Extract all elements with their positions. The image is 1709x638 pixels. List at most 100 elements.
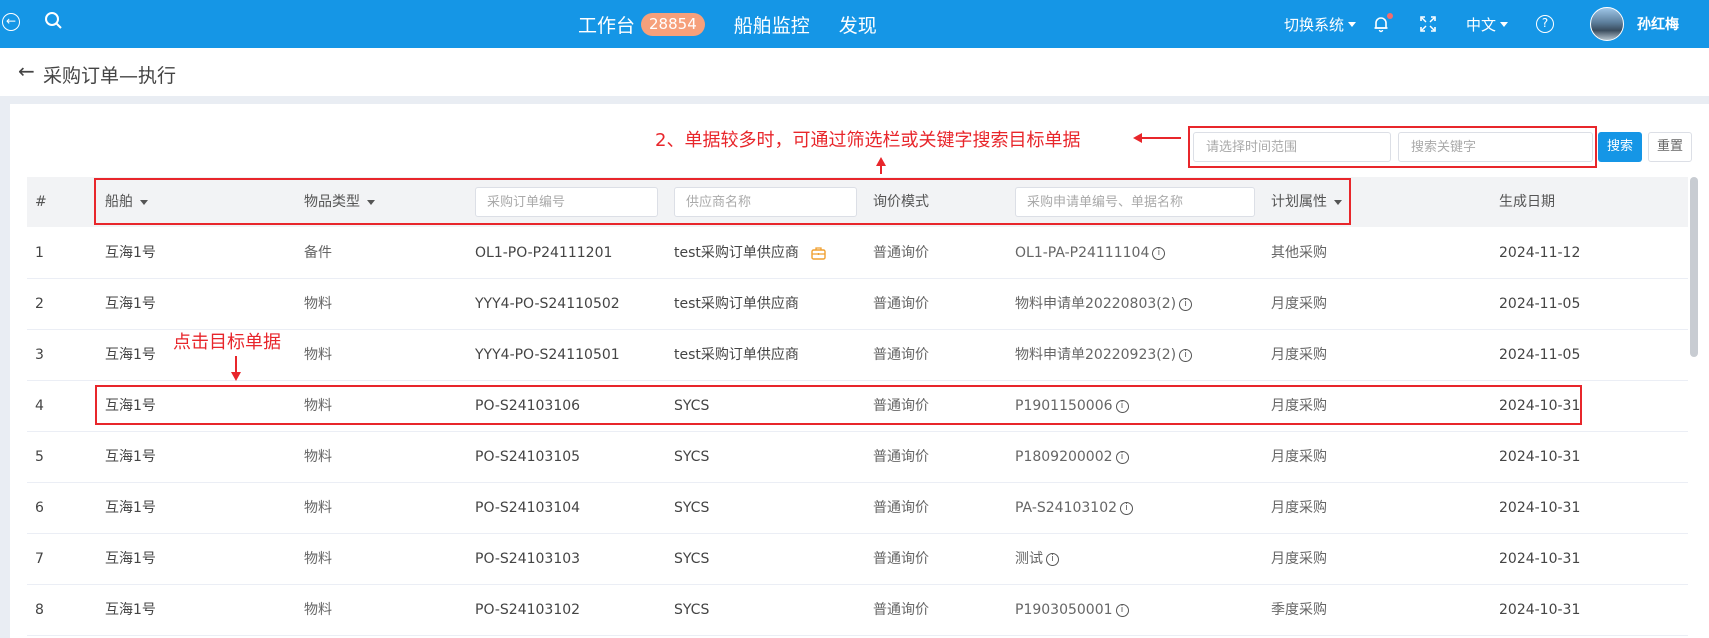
cell-text: 普通询价 <box>873 500 929 516</box>
chevron-down-icon <box>1500 21 1508 27</box>
cell-index: 8 <box>35 585 44 636</box>
avatar <box>1590 7 1624 41</box>
info-icon[interactable]: i <box>1152 246 1166 260</box>
cell-request: P1809200002 i <box>1015 432 1129 483</box>
table-scrollbar[interactable] <box>1690 177 1698 357</box>
cell-plan: 月度采购 <box>1271 330 1327 381</box>
nav-discover[interactable]: 发现 <box>839 11 877 38</box>
cell-text: 5 <box>35 449 44 465</box>
main-nav: 工作台 28854 船舶监控 发现 <box>578 0 877 48</box>
top-bar: ← 工作台 28854 船舶监控 发现 切换系统 中文 ? 孙红梅 <box>0 0 1709 48</box>
back-circle-icon[interactable]: ← <box>2 13 20 31</box>
cell-request: 测试 i <box>1015 534 1059 585</box>
notification-dot <box>1386 13 1393 19</box>
cell-text: 互海1号 <box>105 449 156 465</box>
cell-text: 备件 <box>304 245 332 261</box>
table-row[interactable]: 5 互海1号 物料 PO-S24103105 SYCS 普通询价 P1809200002 i 月… <box>27 432 1688 483</box>
cell-inquiry: 普通询价 <box>873 228 929 279</box>
cell-text: 物料 <box>304 296 332 312</box>
cell-text: 测试 <box>1015 551 1043 567</box>
cell-date: 2024-10-31 <box>1499 483 1580 534</box>
nav-workbench[interactable]: 工作台 28854 <box>578 11 705 38</box>
back-arrow-icon[interactable]: ← <box>18 59 35 83</box>
help-button[interactable]: ? <box>1536 15 1554 33</box>
col-created-date-header: 生成日期 <box>1499 194 1555 210</box>
search-button[interactable]: 搜索 <box>1598 132 1642 162</box>
cell-text: 2024-11-05 <box>1499 296 1581 312</box>
search-icon[interactable] <box>44 11 64 31</box>
table-row[interactable]: 2 互海1号 物料 YYY4-PO-S24110502 test采购订单供应商 普通询价 物… <box>27 279 1688 330</box>
table-row[interactable]: 6 互海1号 物料 PO-S24103104 SYCS 普通询价 PA-S24103102 i… <box>27 483 1688 534</box>
cell-inquiry: 普通询价 <box>873 330 929 381</box>
cell-supplier: SYCS <box>674 483 709 534</box>
nav-discover-label: 发现 <box>838 14 877 37</box>
table-row[interactable]: 1 互海1号 备件 OL1-PO-P24111201 test采购订单供应商 普通询价 OL… <box>27 228 1688 279</box>
info-icon[interactable]: i <box>1120 501 1134 515</box>
cell-text: 互海1号 <box>105 245 156 261</box>
language-dropdown[interactable]: 中文 <box>1466 14 1508 35</box>
cell-ship: 互海1号 <box>105 534 156 585</box>
cell-date: 2024-11-05 <box>1499 279 1580 330</box>
info-icon[interactable]: i <box>1179 297 1193 311</box>
cell-supplier: test采购订单供应商 <box>674 228 826 279</box>
cell-text: 月度采购 <box>1271 449 1327 465</box>
cell-request: PA-S24103102 i <box>1015 483 1134 534</box>
cell-text: 2024-10-31 <box>1499 449 1581 465</box>
cell-ship: 互海1号 <box>105 585 156 636</box>
notification-bell[interactable] <box>1372 13 1393 33</box>
cell-text: 物料 <box>304 347 332 363</box>
fullscreen-button[interactable] <box>1419 15 1437 33</box>
filter-bar-highlight <box>94 178 1351 225</box>
top-right-tools: 切换系统 中文 ? 孙红梅 <box>1284 0 1709 48</box>
cell-po: PO-S24103104 <box>475 483 580 534</box>
cell-item-type: 物料 <box>304 330 332 381</box>
cell-item-type: 备件 <box>304 228 332 279</box>
cell-ship: 互海1号 <box>105 483 156 534</box>
cell-text: P1903050001 <box>1015 602 1113 618</box>
cell-inquiry: 普通询价 <box>873 534 929 585</box>
cell-ship: 互海1号 <box>105 228 156 279</box>
cell-date: 2024-11-05 <box>1499 330 1580 381</box>
cell-po: OL1-PO-P24111201 <box>475 228 612 279</box>
cell-inquiry: 普通询价 <box>873 432 929 483</box>
cell-text: 普通询价 <box>873 551 929 567</box>
cell-index: 5 <box>35 432 44 483</box>
cell-text: test采购订单供应商 <box>674 347 799 363</box>
cell-text: 2024-10-31 <box>1499 500 1581 516</box>
reset-button[interactable]: 重置 <box>1648 132 1692 162</box>
cell-text: 2024-10-31 <box>1499 602 1581 618</box>
cell-supplier: SYCS <box>674 585 709 636</box>
info-icon[interactable]: i <box>1115 450 1129 464</box>
cell-text: 月度采购 <box>1271 551 1327 567</box>
cell-text: PO-S24103105 <box>475 449 581 465</box>
switch-system-dropdown[interactable]: 切换系统 <box>1284 14 1356 35</box>
workbench-count-badge: 28854 <box>641 12 705 36</box>
cell-supplier: SYCS <box>674 432 709 483</box>
cell-plan: 月度采购 <box>1271 483 1327 534</box>
cell-text: 普通询价 <box>873 296 929 312</box>
cell-text: 2024-10-31 <box>1499 551 1581 567</box>
cell-text: 2024-11-12 <box>1499 245 1581 261</box>
info-icon[interactable]: i <box>1046 552 1059 566</box>
help-icon: ? <box>1536 15 1554 33</box>
info-icon[interactable]: i <box>1179 348 1193 362</box>
cell-text: OL1-PO-P24111201 <box>475 245 613 261</box>
cell-plan: 月度采购 <box>1271 534 1327 585</box>
cell-date: 2024-11-12 <box>1499 228 1580 279</box>
table-row[interactable]: 8 互海1号 物料 PO-S24103102 SYCS 普通询价 P1903050001 i 季… <box>27 585 1688 636</box>
info-icon[interactable]: i <box>1115 603 1129 617</box>
language-label: 中文 <box>1465 15 1496 34</box>
cell-request: P1903050001 i <box>1015 585 1129 636</box>
cell-po: PO-S24103103 <box>475 534 580 585</box>
nav-ship-monitor[interactable]: 船舶监控 <box>734 11 810 38</box>
cell-text: 6 <box>35 500 44 516</box>
cell-text: 月度采购 <box>1271 296 1327 312</box>
user-menu[interactable]: 孙红梅 <box>1590 7 1709 41</box>
cell-text: 互海1号 <box>105 500 156 516</box>
table-row[interactable]: 7 互海1号 物料 PO-S24103103 SYCS 普通询价 测试 i 月度采购 2024-1… <box>27 534 1688 585</box>
cell-text: 互海1号 <box>105 296 156 312</box>
cell-supplier: test采购订单供应商 <box>674 279 799 330</box>
cell-text: 物料申请单20220923(2) <box>1015 347 1177 363</box>
cell-text: 季度采购 <box>1271 602 1327 618</box>
page-title: 采购订单—执行 <box>43 65 177 87</box>
